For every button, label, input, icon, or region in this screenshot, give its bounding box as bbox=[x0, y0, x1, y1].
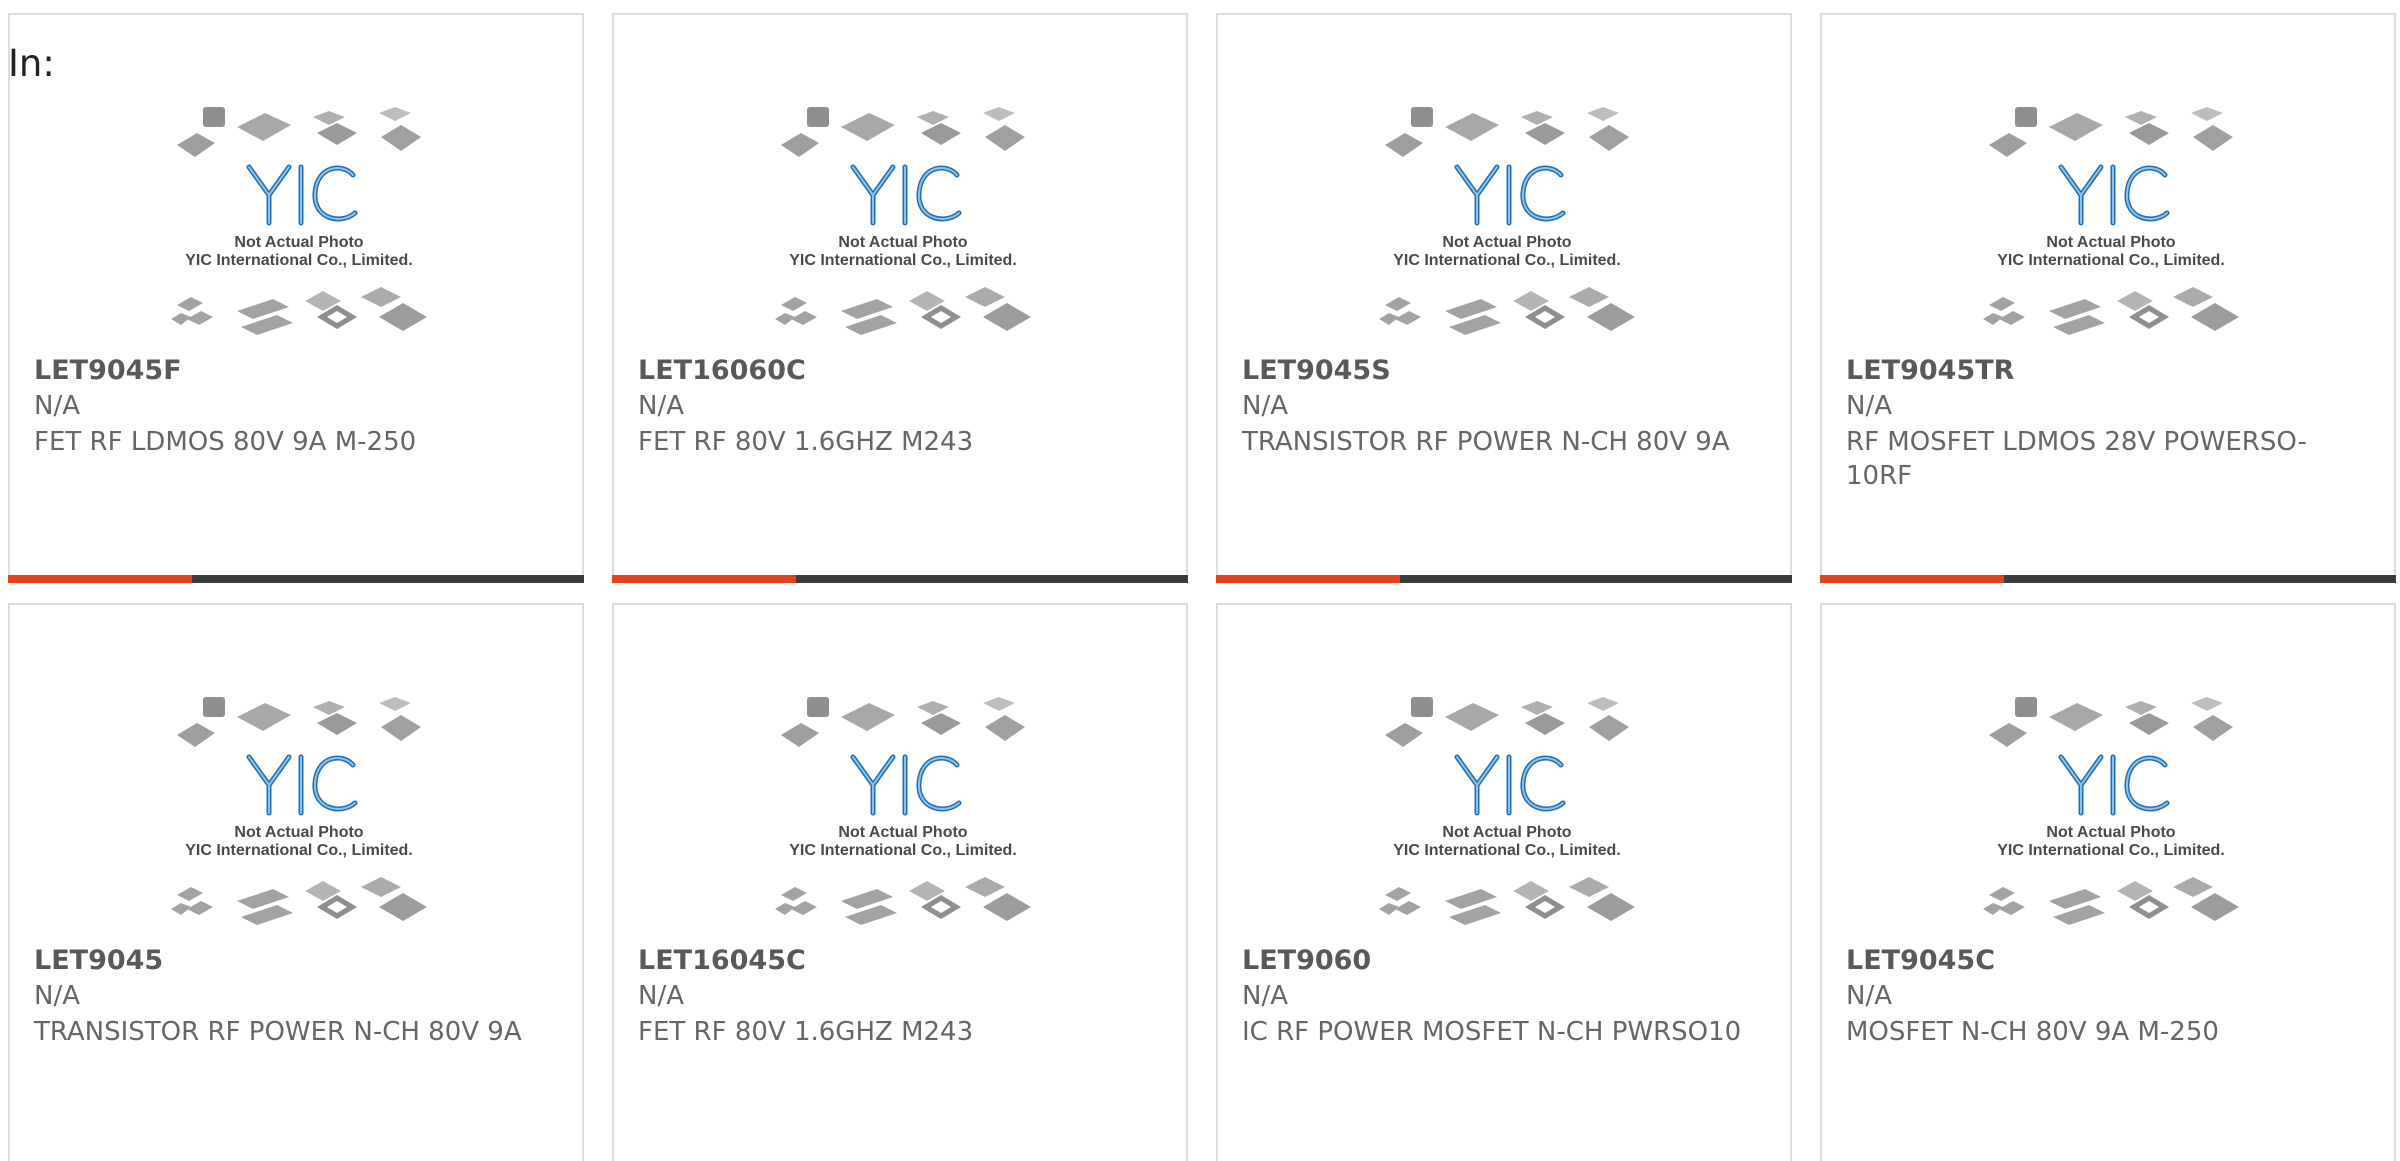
card-accent-highlight bbox=[8, 575, 192, 583]
yic-logo-icon: Not Actual Photo YIC International Co., … bbox=[1379, 107, 1635, 335]
company-name-text: YIC International Co., Limited. bbox=[1997, 842, 2225, 859]
not-actual-photo-text: Not Actual Photo bbox=[234, 234, 363, 251]
manufacturer: N/A bbox=[638, 981, 684, 1011]
company-name-text: YIC International Co., Limited. bbox=[789, 842, 1017, 859]
product-card[interactable]: Not Actual Photo YIC International Co., … bbox=[612, 13, 1188, 583]
company-name-text: YIC International Co., Limited. bbox=[185, 252, 413, 269]
yic-logo-icon: Not Actual Photo YIC International Co., … bbox=[775, 107, 1031, 335]
product-description: FET RF 80V 1.6GHZ M243 bbox=[638, 1017, 974, 1047]
product-card[interactable]: Not Actual Photo YIC International Co., … bbox=[1216, 13, 1792, 583]
company-name-text: YIC International Co., Limited. bbox=[1393, 252, 1621, 269]
in-label: In: bbox=[8, 42, 55, 85]
company-name-text: YIC International Co., Limited. bbox=[1393, 842, 1621, 859]
not-actual-photo-text: Not Actual Photo bbox=[2046, 234, 2175, 251]
company-name-text: YIC International Co., Limited. bbox=[1997, 252, 2225, 269]
card-accent-highlight bbox=[1216, 575, 1400, 583]
product-card[interactable]: Not Actual Photo YIC International Co., … bbox=[1820, 603, 2396, 1161]
product-card[interactable]: Not Actual Photo YIC International Co., … bbox=[1820, 13, 2396, 583]
manufacturer: N/A bbox=[34, 981, 80, 1011]
part-number[interactable]: LET16060C bbox=[638, 355, 806, 386]
manufacturer: N/A bbox=[34, 391, 80, 421]
not-actual-photo-text: Not Actual Photo bbox=[838, 824, 967, 841]
product-description: TRANSISTOR RF POWER N-CH 80V 9A bbox=[1242, 427, 1730, 457]
product-card[interactable]: Not Actual Photo YIC International Co., … bbox=[8, 13, 584, 583]
not-actual-photo-text: Not Actual Photo bbox=[1442, 234, 1571, 251]
product-description: FET RF LDMOS 80V 9A M-250 bbox=[34, 427, 417, 457]
product-description: FET RF 80V 1.6GHZ M243 bbox=[638, 427, 974, 457]
product-card[interactable]: Not Actual Photo YIC International Co., … bbox=[8, 603, 584, 1161]
card-accent-bar bbox=[1820, 575, 2396, 583]
yic-logo-icon: Not Actual Photo YIC International Co., … bbox=[775, 697, 1031, 925]
card-accent-highlight bbox=[612, 575, 796, 583]
product-description: RF MOSFET LDMOS 28V POWERSO-10RF bbox=[1846, 427, 2307, 491]
not-actual-photo-text: Not Actual Photo bbox=[838, 234, 967, 251]
part-number[interactable]: LET9045S bbox=[1242, 355, 1391, 386]
product-grid-page: In: Not Actual Photo YIC International C… bbox=[0, 0, 2400, 1161]
manufacturer: N/A bbox=[1846, 981, 1892, 1011]
product-card[interactable]: Not Actual Photo YIC International Co., … bbox=[612, 603, 1188, 1161]
product-description: MOSFET N-CH 80V 9A M-250 bbox=[1846, 1017, 2219, 1047]
card-accent-bar bbox=[612, 575, 1188, 583]
product-description: TRANSISTOR RF POWER N-CH 80V 9A bbox=[34, 1017, 522, 1047]
manufacturer: N/A bbox=[1242, 391, 1288, 421]
yic-logo-icon: Not Actual Photo YIC International Co., … bbox=[1379, 697, 1635, 925]
part-number[interactable]: LET9045 bbox=[34, 945, 163, 976]
company-name-text: YIC International Co., Limited. bbox=[789, 252, 1017, 269]
manufacturer: N/A bbox=[638, 391, 684, 421]
part-number[interactable]: LET9045TR bbox=[1846, 355, 2014, 386]
yic-logo-icon: Not Actual Photo YIC International Co., … bbox=[171, 107, 427, 335]
part-number[interactable]: LET9045C bbox=[1846, 945, 1995, 976]
product-description: IC RF POWER MOSFET N-CH PWRSO10 bbox=[1242, 1017, 1742, 1047]
card-accent-highlight bbox=[1820, 575, 2004, 583]
card-accent-bar bbox=[1216, 575, 1792, 583]
part-number[interactable]: LET16045C bbox=[638, 945, 806, 976]
not-actual-photo-text: Not Actual Photo bbox=[1442, 824, 1571, 841]
yic-logo-icon: Not Actual Photo YIC International Co., … bbox=[1983, 697, 2239, 925]
manufacturer: N/A bbox=[1242, 981, 1288, 1011]
part-number[interactable]: LET9060 bbox=[1242, 945, 1371, 976]
card-accent-bar bbox=[8, 575, 584, 583]
yic-logo-icon: Not Actual Photo YIC International Co., … bbox=[1983, 107, 2239, 335]
manufacturer: N/A bbox=[1846, 391, 1892, 421]
not-actual-photo-text: Not Actual Photo bbox=[234, 824, 363, 841]
product-card[interactable]: Not Actual Photo YIC International Co., … bbox=[1216, 603, 1792, 1161]
company-name-text: YIC International Co., Limited. bbox=[185, 842, 413, 859]
not-actual-photo-text: Not Actual Photo bbox=[2046, 824, 2175, 841]
part-number[interactable]: LET9045F bbox=[34, 355, 182, 386]
yic-logo-icon: Not Actual Photo YIC International Co., … bbox=[171, 697, 427, 925]
